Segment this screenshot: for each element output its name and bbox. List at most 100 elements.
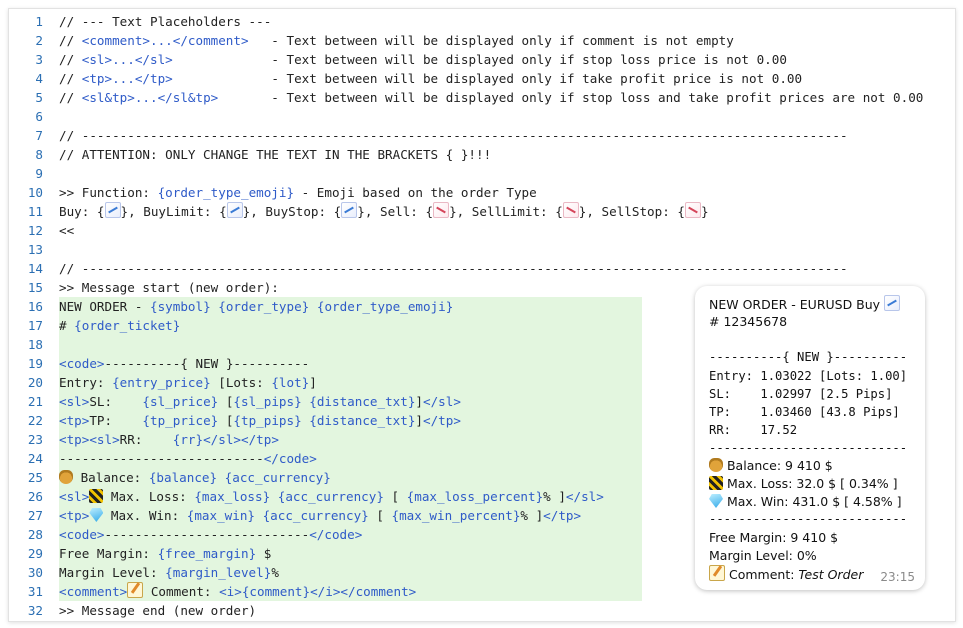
markup-tag: </tp> [423,413,461,428]
plain-text: [ [383,489,407,504]
plain-text [255,508,263,523]
plain-text: ] [415,413,424,428]
code-line[interactable]: 14 // -----------------------------------… [9,259,955,278]
code-line[interactable]: 12 << [9,221,955,240]
markup-tag: </code> [309,527,363,542]
plain-text: } [700,204,709,219]
plain-text: - Text between will be displayed only if… [172,71,803,86]
message-preview-bubble: NEW ORDER - EURUSD Buy # 12345678 ------… [695,286,925,590]
line-number: 6 [35,109,43,124]
preview-max-win: Max. Win: 431.0 $ [ 4.58% ] [709,493,902,511]
placeholder-variable: {max_win} [186,508,255,523]
line-number: 27 [27,508,43,523]
plain-text: }, BuyLimit: { [120,204,227,219]
line-number: 28 [27,527,43,542]
plain-text: [Lots: [210,375,272,390]
code-line[interactable]: 8 // ATTENTION: ONLY CHANGE THE TEXT IN T… [9,145,955,164]
placeholder-variable: {order_type_emoji} [316,299,454,314]
preview-title-text: NEW ORDER - EURUSD Buy [709,297,881,312]
preview-title: NEW ORDER - EURUSD Buy [709,295,901,314]
plain-text: RR: [119,432,173,447]
code-line[interactable]: 1 // --- Text Placeholders --- [9,12,955,31]
plain-text: // -------------------------------------… [59,261,848,276]
preview-balance: Balance: 9 410 $ [709,457,833,475]
code-text: >> Function: {order_type_emoji} - Emoji … [59,183,537,202]
chart-up-icon [226,202,243,218]
plain-text: Entry: [59,375,113,390]
plain-text: [ [218,413,234,428]
code-text: Margin Level: {margin_level}% [59,563,279,582]
memo-icon [709,565,725,581]
placeholder-variable: {entry_price} [112,375,211,390]
code-line[interactable]: 13 [9,240,955,259]
plain-text: --------------------------- [59,451,264,466]
markup-tag: <sl> [59,394,90,409]
line-number: 15 [27,280,43,295]
code-line[interactable]: 10 >> Function: {order_type_emoji} - Emoj… [9,183,955,202]
plain-text: - Text between will be displayed only if… [218,90,924,105]
plain-text: // --- Text Placeholders --- [59,14,272,29]
preview-sl: SL: 1.02997 [2.5 Pips] [709,387,893,401]
line-number: 16 [27,299,43,314]
plain-text: % ] [543,489,566,504]
chart-up-icon [341,202,358,218]
line-number: 31 [27,584,43,599]
code-text: <code>----------{ NEW }---------- [59,354,309,373]
placeholder-variable: {acc_currency} [224,470,331,485]
line-number: 10 [27,185,43,200]
line-number: 17 [27,318,43,333]
markup-tag: <tp>...</tp> [81,71,173,86]
markup-tag: <code> [59,356,105,371]
chart-up-icon [104,202,121,218]
code-text: ---------------------------</code> [59,449,317,468]
code-line[interactable]: 7 // ------------------------------------… [9,126,955,145]
code-text: NEW ORDER - {symbol} {order_type} {order… [59,297,453,316]
code-line[interactable]: 5 // <sl&tp>...</sl&tp> - Text between wi… [9,88,955,107]
money-bag-icon [709,458,723,472]
placeholder-variable: {margin_level} [165,565,272,580]
line-number: 5 [35,90,43,105]
line-number: 22 [27,413,43,428]
code-line[interactable]: 11 Buy: {}, BuyLimit: {}, BuyStop: {}, Se… [9,202,955,221]
warn-icon [89,489,104,503]
line-number: 19 [27,356,43,371]
placeholder-variable: {free_margin} [157,546,257,561]
placeholder-variable: {sl_pips} [233,394,302,409]
plain-text: SL: [89,394,143,409]
line-number: 24 [27,451,43,466]
code-text: >> Message start (new order): [59,278,279,297]
plain-text [309,299,317,314]
placeholder-variable: {rr} [172,432,204,447]
code-text: <code>---------------------------</code> [59,525,362,544]
code-line[interactable]: 32 >> Message end (new order) [9,601,955,620]
line-number: 8 [35,147,43,162]
markup-tag: <sl&tp>...</sl&tp> [81,90,219,105]
plain-text: Free Margin: [59,546,158,561]
placeholder-variable: {max_loss} [194,489,271,504]
code-text: <comment> Comment: <i>{comment}</i></com… [59,582,416,601]
code-line[interactable]: 9 [9,164,955,183]
plain-text: // -------------------------------------… [59,128,848,143]
code-line[interactable]: 2 // <comment>...</comment> - Text betwee… [9,31,955,50]
plain-text: >> Message end (new order) [59,603,257,618]
plain-text: >> Function: [59,185,158,200]
placeholder-variable: {tp_price} [142,413,219,428]
code-line[interactable]: 6 [9,107,955,126]
code-text: // --- Text Placeholders --- [59,12,271,31]
line-number: 13 [27,242,43,257]
markup-tag: <i> [219,584,242,599]
preview-max-loss-text: Max. Loss: 32.0 $ [ 0.34% ] [726,476,898,491]
plain-text: [ [218,394,234,409]
plain-text: Balance: [73,470,149,485]
placeholder-variable: {order_type_emoji} [157,185,295,200]
markup-tag: <code> [59,527,105,542]
plain-text [217,470,225,485]
plain-text: - Emoji based on the order Type [294,185,537,200]
plain-text: }, BuyStop: { [242,204,342,219]
preview-max-win-text: Max. Win: 431.0 $ [ 4.58% ] [726,494,902,509]
plain-text: // [59,90,82,105]
code-line[interactable]: 3 // <sl>...</sl> - Text between will be … [9,50,955,69]
placeholder-variable: {max_loss_percent} [406,489,544,504]
code-line[interactable]: 4 // <tp>...</tp> - Text between will be … [9,69,955,88]
plain-text: TP: [89,413,143,428]
